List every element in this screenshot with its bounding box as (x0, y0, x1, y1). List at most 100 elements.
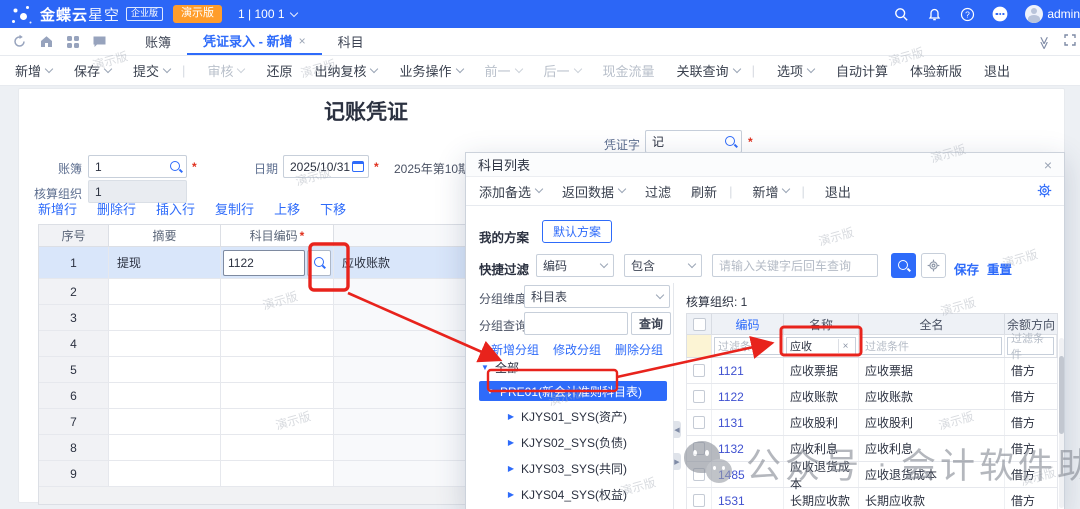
toolbar-item-return-data[interactable]: 返回数据 (562, 182, 625, 201)
toolbar-item-auto-calc[interactable]: 自动计算 (836, 61, 888, 80)
dialog-close-icon[interactable]: × (1044, 157, 1052, 173)
group-action-删除分组[interactable]: 删除分组 (615, 341, 663, 358)
toolbar-item-business-ops[interactable]: 业务操作 (399, 61, 462, 80)
keyword-search-button[interactable] (891, 253, 916, 278)
row-checkbox[interactable] (693, 364, 705, 377)
tab-账簿[interactable]: 账簿 (129, 28, 187, 55)
apps-grid-icon[interactable] (66, 35, 80, 49)
home-icon[interactable] (39, 34, 54, 49)
tab-凭证录入 - 新增[interactable]: 凭证录入 - 新增× (187, 28, 322, 55)
panel-splitter[interactable]: ◀ ▶ (673, 283, 679, 509)
grid-cell-summary[interactable] (109, 383, 221, 409)
account-code-cell[interactable]: 1131 (712, 410, 784, 435)
grid-cell-summary[interactable] (109, 331, 221, 357)
voucher-word-lookup-icon[interactable] (724, 135, 737, 148)
toolbar-item-exit[interactable]: 退出 (825, 182, 851, 201)
row-checkbox-cell[interactable] (687, 410, 712, 435)
keyword-input[interactable] (712, 254, 878, 277)
filter-field-select[interactable]: 编码 (536, 254, 614, 277)
group-search-input[interactable] (524, 312, 628, 335)
toolbar-item-filter[interactable]: 过滤 (645, 182, 671, 201)
grid-cell-summary[interactable] (109, 305, 221, 331)
row-action-复制行[interactable]: 复制行 (215, 199, 254, 218)
direction-filter-cell[interactable]: 过滤条件 (1005, 335, 1057, 357)
group-action-新增分组[interactable]: 新增分组 (491, 341, 539, 358)
account-code-cell[interactable]: 1122 (712, 384, 784, 409)
grid-cell-account-code[interactable] (221, 461, 334, 487)
scrollbar-thumb[interactable] (1059, 356, 1064, 434)
message-icon[interactable] (92, 34, 107, 49)
account-code-input[interactable] (223, 250, 305, 276)
reset-filter-link[interactable]: 重置 (987, 259, 1012, 278)
grid-cell-account-code[interactable] (221, 435, 334, 461)
toolbar-item-submit[interactable]: 提交 (133, 61, 170, 80)
search-icon[interactable] (893, 6, 909, 22)
row-checkbox[interactable] (693, 468, 705, 481)
toolbar-item-exit[interactable]: 退出 (984, 61, 1010, 80)
tree-node-child[interactable]: ▶KJYS01_SYS(资产) (466, 403, 673, 429)
grid-cell-account-code[interactable] (221, 383, 334, 409)
help-icon[interactable]: ? (959, 6, 975, 22)
tree-node-child[interactable]: ▶KJYS04_SYS(权益) (466, 481, 673, 507)
collapse-tabs-icon[interactable]: ≫ (1036, 36, 1052, 48)
dialog-settings-gear-icon[interactable] (1037, 183, 1052, 201)
grid-cell-account-code[interactable] (221, 247, 334, 279)
group-search-button[interactable]: 查询 (631, 312, 671, 335)
expand-right-icon[interactable]: ▶ (673, 453, 681, 470)
sync-icon[interactable] (12, 34, 27, 49)
grid-cell-account-code[interactable] (221, 409, 334, 435)
row-checkbox[interactable] (693, 494, 705, 507)
group-dimension-select[interactable]: 科目表 (524, 285, 670, 308)
row-action-上移[interactable]: 上移 (274, 199, 300, 218)
filter-operator-select[interactable]: 包含 (624, 254, 702, 277)
toolbar-item-restore[interactable]: 还原 (266, 61, 292, 80)
row-action-插入行[interactable]: 插入行 (156, 199, 195, 218)
row-checkbox[interactable] (693, 416, 705, 429)
row-checkbox-cell[interactable] (687, 436, 712, 461)
name-filter-input[interactable]: 应收× (786, 337, 856, 355)
row-checkbox-cell[interactable] (687, 358, 712, 383)
expand-icon[interactable] (1064, 34, 1076, 49)
group-action-修改分组[interactable]: 修改分组 (553, 341, 601, 358)
account-code-cell[interactable]: 1485 (712, 462, 784, 487)
tab-close-icon[interactable]: × (299, 34, 306, 48)
grid-cell-account-code[interactable] (221, 305, 334, 331)
org-switcher[interactable]: 1 | 100 1 (238, 7, 297, 21)
book-field[interactable]: 1 (88, 155, 187, 178)
account-column-header[interactable]: 全名 (859, 314, 1005, 334)
clear-filter-icon[interactable]: × (838, 339, 852, 353)
row-checkbox[interactable] (693, 442, 705, 455)
calendar-icon[interactable] (352, 161, 364, 172)
grid-cell-summary[interactable]: 提现 (109, 247, 221, 279)
row-checkbox-cell[interactable] (687, 384, 712, 409)
select-all-checkbox[interactable] (693, 318, 706, 331)
account-row[interactable]: 1531长期应收款长期应收款借方 (686, 488, 1058, 509)
date-field[interactable]: 2025/10/31 (283, 155, 369, 178)
tree-node-child[interactable]: ▶KJYS02_SYS(负债) (466, 429, 673, 455)
book-lookup-icon[interactable] (169, 160, 182, 173)
toolbar-item-related-query[interactable]: 关联查询 (677, 61, 740, 80)
default-scheme-button[interactable]: 默认方案 (542, 220, 612, 243)
grid-cell-summary[interactable] (109, 357, 221, 383)
account-row[interactable]: 1132应收利息应收利息借方 (686, 436, 1058, 462)
grid-cell-summary[interactable] (109, 435, 221, 461)
filter-settings-button[interactable] (921, 253, 946, 278)
toolbar-item-new[interactable]: 新增 (752, 182, 789, 201)
tree-node-selected[interactable]: ▼PRE01(新会计准则科目表) (479, 381, 667, 401)
name-filter-cell[interactable]: 应收× (784, 335, 859, 357)
user-avatar[interactable] (1025, 5, 1043, 23)
tree-node-child[interactable]: ▶KJYS03_SYS(共同) (466, 455, 673, 481)
account-code-cell[interactable]: 1531 (712, 488, 784, 509)
toolbar-item-cashier-review[interactable]: 出纳复核 (314, 61, 377, 80)
row-checkbox-cell[interactable] (687, 462, 712, 487)
grid-cell-summary[interactable] (109, 409, 221, 435)
row-checkbox-cell[interactable] (687, 488, 712, 509)
toolbar-item-add-candidate[interactable]: 添加备选 (479, 182, 542, 201)
fullname-filter-cell[interactable]: 过滤条件 (859, 335, 1005, 357)
toolbar-item-try-new[interactable]: 体验新版 (910, 61, 962, 80)
grid-cell-account-code[interactable] (221, 357, 334, 383)
toolbar-item-options[interactable]: 选项 (777, 61, 814, 80)
toolbar-item-refresh[interactable]: 刷新 (691, 182, 717, 201)
account-row[interactable]: 1121应收票据应收票据借方 (686, 358, 1058, 384)
row-action-删除行[interactable]: 删除行 (97, 199, 136, 218)
